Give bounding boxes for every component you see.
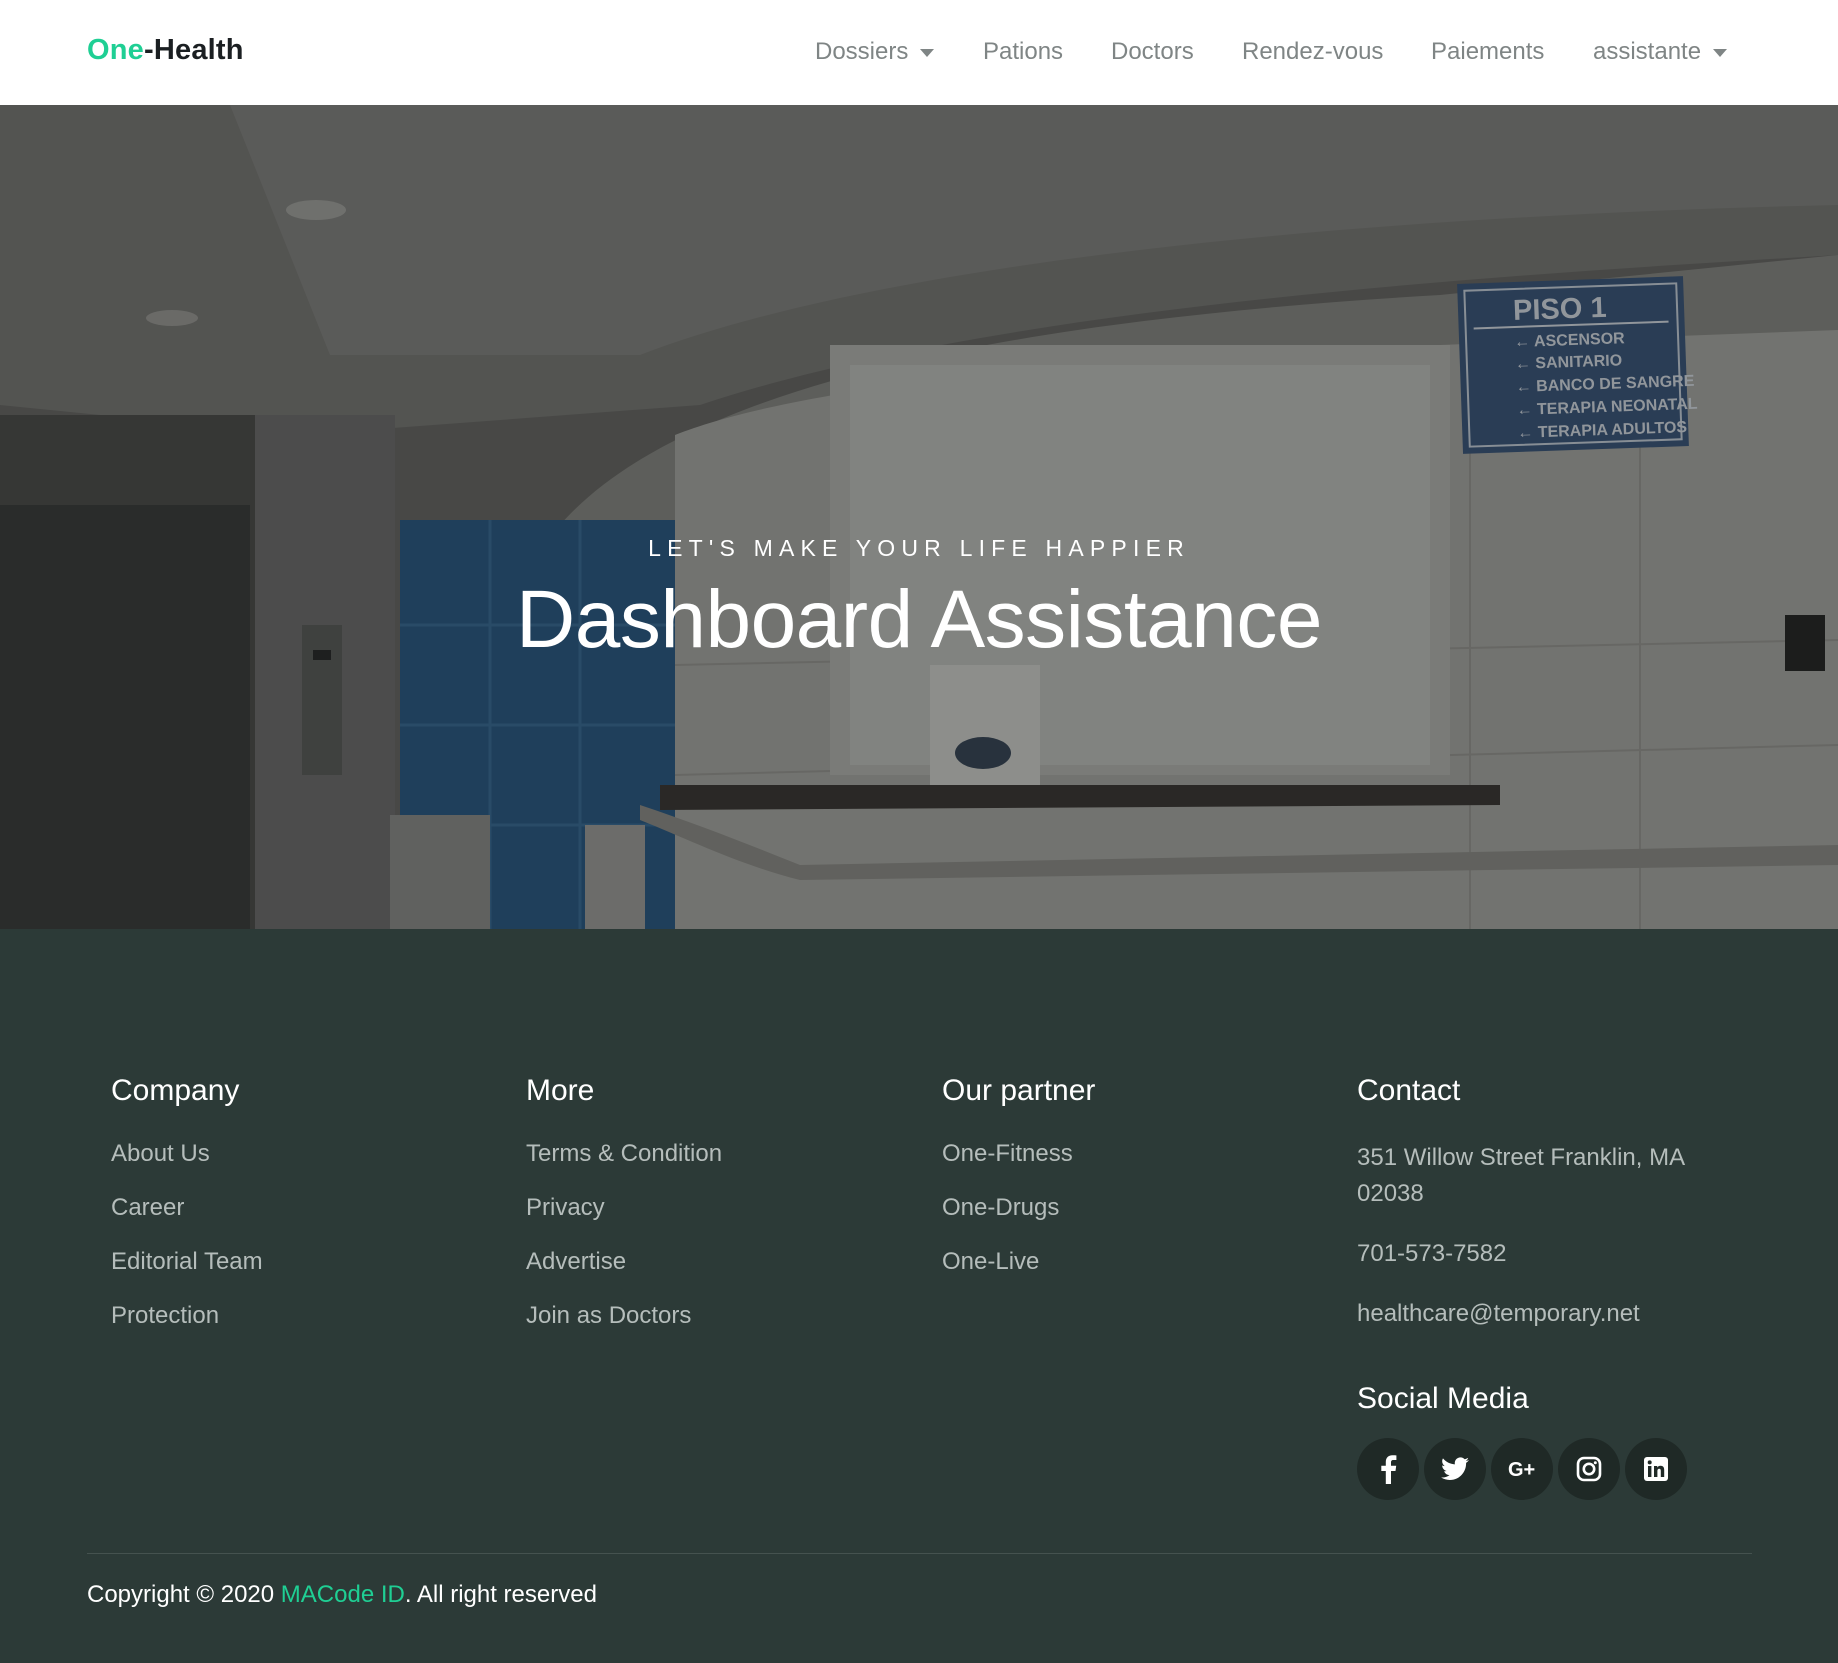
footer-contact-column: Contact 351 Willow Street Franklin, MA 0…	[1357, 1074, 1757, 1500]
social-icons: G+	[1357, 1438, 1757, 1500]
footer-link-one-drugs[interactable]: One-Drugs	[942, 1194, 1095, 1248]
footer-partner-title: Our partner	[942, 1074, 1096, 1107]
contact-phone: 701-573-7582	[1357, 1240, 1507, 1267]
footer-link-terms[interactable]: Terms & Condition	[526, 1140, 722, 1194]
footer-link-career[interactable]: Career	[111, 1194, 263, 1248]
brand-logo[interactable]: One-Health	[87, 34, 244, 67]
footer-link-one-live[interactable]: One-Live	[942, 1248, 1095, 1302]
nav-dossiers-label: Dossiers	[815, 38, 909, 65]
nav-pations[interactable]: Pations	[983, 38, 1063, 66]
footer-link-one-fitness[interactable]: One-Fitness	[942, 1140, 1095, 1194]
footer-link-editorial-team[interactable]: Editorial Team	[111, 1248, 263, 1302]
footer-link-privacy[interactable]: Privacy	[526, 1194, 722, 1248]
copyright-brand-link[interactable]: MACode ID	[281, 1581, 405, 1608]
nav-paiements[interactable]: Paiements	[1431, 38, 1544, 66]
hero-title: Dashboard Assistance	[516, 574, 1322, 665]
nav-rendez-vous-label: Rendez-vous	[1242, 38, 1384, 65]
nav-dossiers-dropdown[interactable]: Dossiers	[815, 38, 935, 66]
footer-contact-title: Contact	[1357, 1074, 1461, 1107]
footer-link-about-us[interactable]: About Us	[111, 1140, 263, 1194]
hero-banner: PISO 1 ← ASCENSOR ← SANITARIO ← BANCO DE…	[0, 105, 1838, 929]
nav-rendez-vous[interactable]: Rendez-vous	[1242, 38, 1383, 66]
brand-part-health: -Health	[144, 34, 244, 66]
svg-text:G+: G+	[1508, 1459, 1535, 1480]
navbar: One-Health Dossiers Pations Doctors Rend…	[0, 0, 1838, 105]
footer-company-title: Company	[111, 1074, 240, 1107]
copyright-suffix: . All right reserved	[404, 1581, 597, 1608]
nav-assistante-dropdown[interactable]: assistante	[1593, 38, 1728, 66]
hero-background-image: PISO 1 ← ASCENSOR ← SANITARIO ← BANCO DE…	[0, 105, 1838, 929]
instagram-icon[interactable]	[1558, 1438, 1620, 1500]
footer-more-title: More	[526, 1074, 595, 1107]
linkedin-icon[interactable]	[1625, 1438, 1687, 1500]
nav-assistante-label: assistante	[1593, 38, 1702, 65]
chevron-down-icon	[1713, 49, 1728, 57]
contact-address-line1: 351 Willow Street Franklin, MA	[1357, 1144, 1686, 1171]
copyright-text: Copyright © 2020 MACode ID. All right re…	[87, 1581, 597, 1609]
nav-pations-label: Pations	[983, 38, 1064, 65]
facebook-icon[interactable]	[1357, 1438, 1419, 1500]
footer-more-column: More Terms & Condition Privacy Advertise…	[526, 1074, 722, 1356]
contact-address-line2: 02038	[1357, 1180, 1424, 1207]
google-plus-icon[interactable]: G+	[1491, 1438, 1553, 1500]
footer-link-join-doctors[interactable]: Join as Doctors	[526, 1302, 722, 1356]
footer-link-advertise[interactable]: Advertise	[526, 1248, 722, 1302]
nav-paiements-label: Paiements	[1431, 38, 1545, 65]
nav-doctors[interactable]: Doctors	[1111, 38, 1194, 66]
footer-company-column: Company About Us Career Editorial Team P…	[111, 1074, 263, 1356]
brand-part-one: One	[87, 34, 144, 66]
twitter-icon[interactable]	[1424, 1438, 1486, 1500]
footer-partner-column: Our partner One-Fitness One-Drugs One-Li…	[942, 1074, 1095, 1302]
footer-link-protection[interactable]: Protection	[111, 1302, 263, 1356]
social-media-title: Social Media	[1357, 1382, 1529, 1415]
copyright-prefix: Copyright © 2020	[87, 1581, 281, 1608]
hero-subtitle: LET'S MAKE YOUR LIFE HAPPIER	[648, 535, 1190, 561]
chevron-down-icon	[920, 49, 935, 57]
nav-doctors-label: Doctors	[1111, 38, 1194, 65]
footer: Company About Us Career Editorial Team P…	[0, 929, 1838, 1663]
contact-email: healthcare@temporary.net	[1357, 1300, 1640, 1327]
footer-divider	[87, 1553, 1752, 1554]
